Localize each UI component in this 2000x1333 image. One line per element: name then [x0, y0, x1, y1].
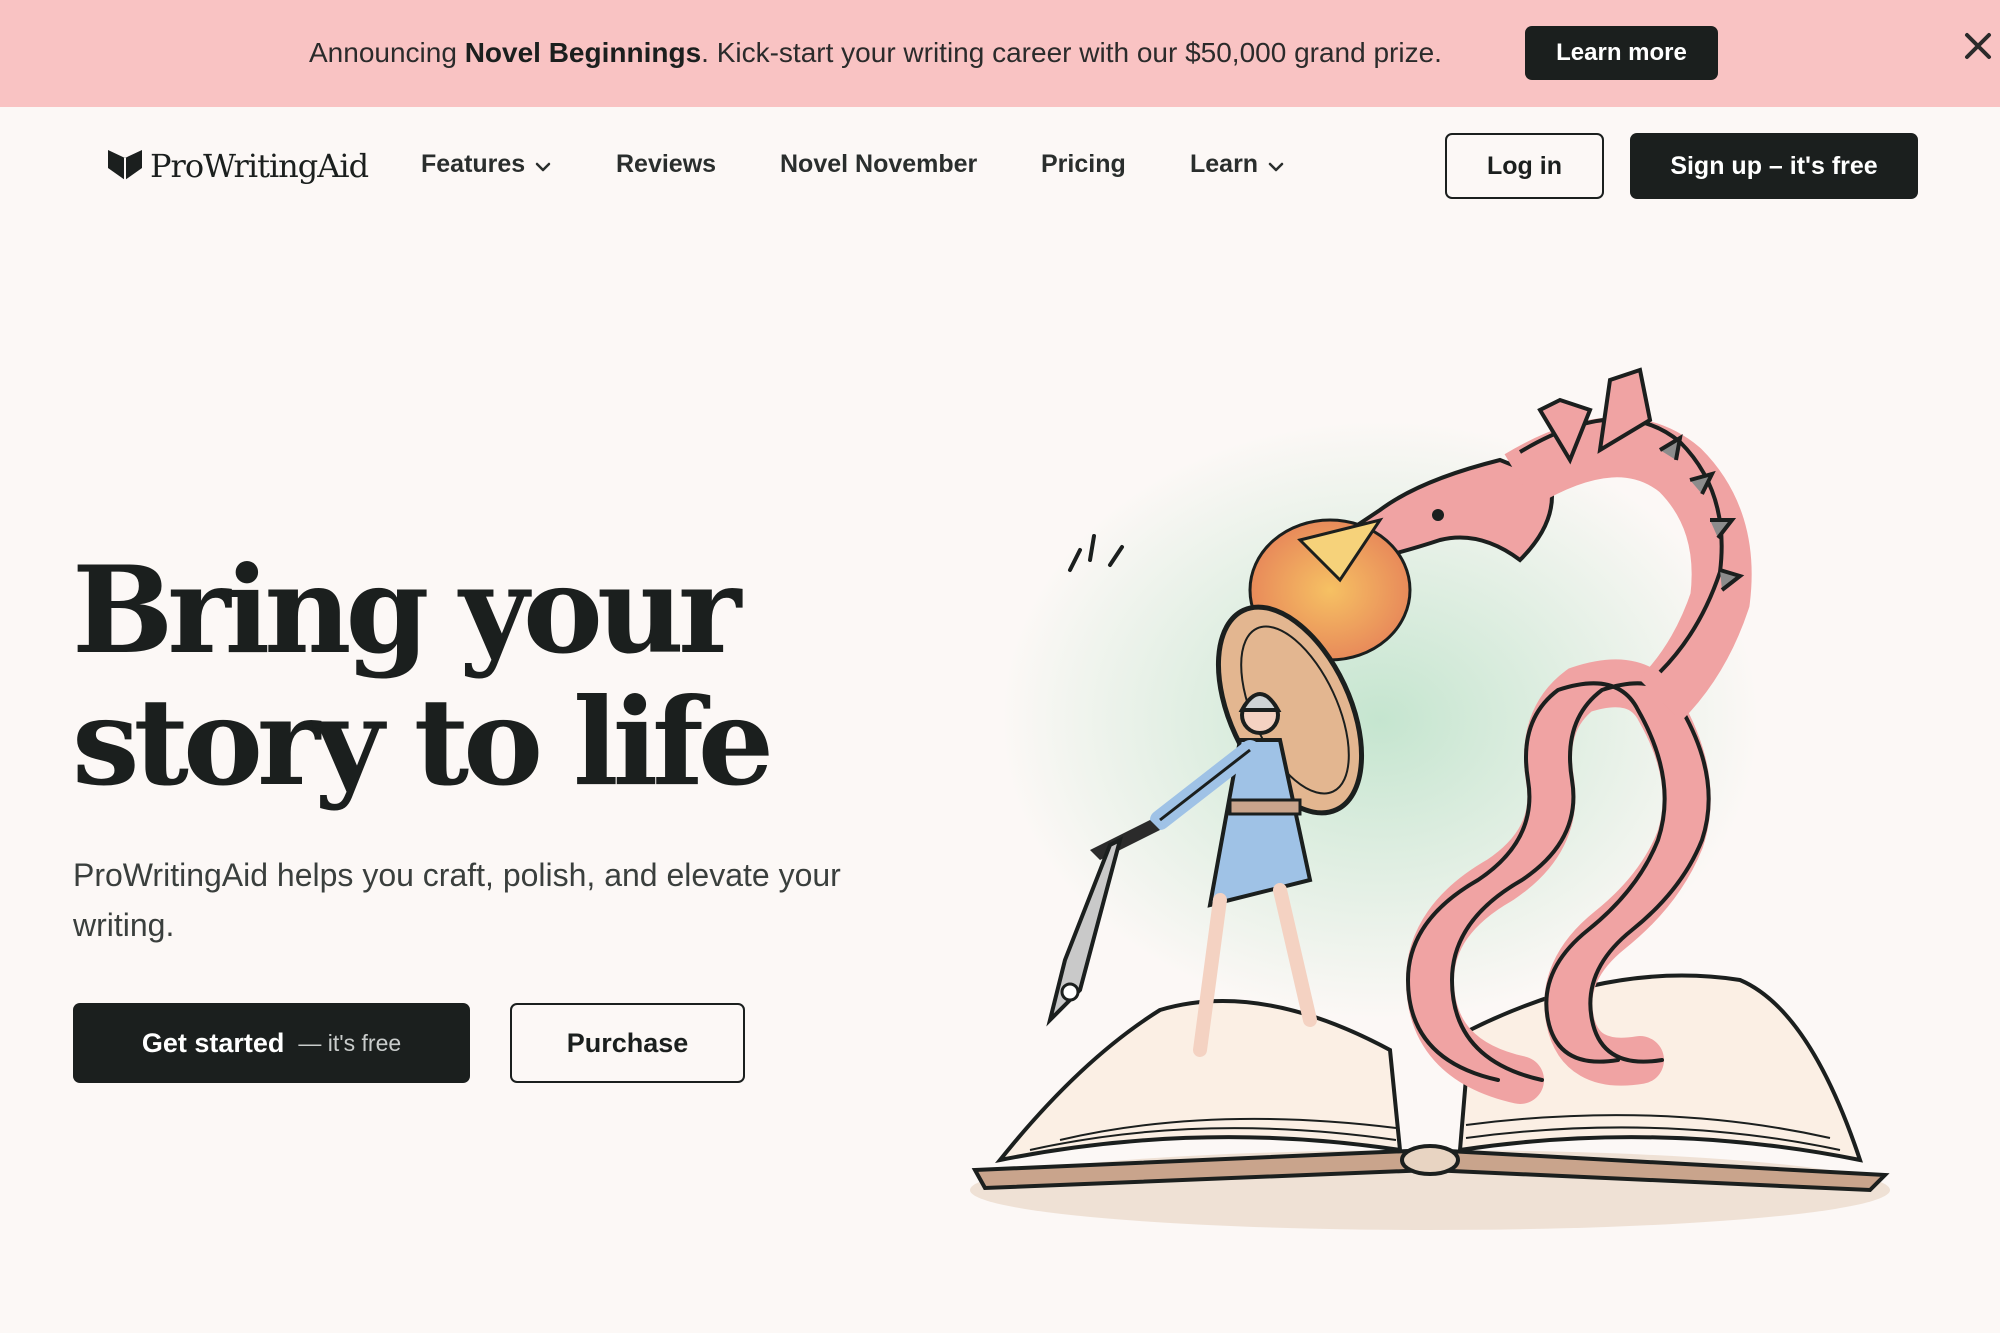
close-icon[interactable]: [1960, 28, 1996, 64]
dragon-knight-book-illustration: [960, 360, 1960, 1260]
login-button[interactable]: Log in: [1445, 133, 1604, 199]
chevron-down-icon: [1268, 150, 1284, 179]
hero-title-line1: Bring your: [72, 540, 741, 681]
chevron-down-icon: [535, 150, 551, 179]
hero-subtitle: ProWritingAid helps you craft, polish, a…: [73, 857, 841, 943]
nav-item-label: Reviews: [616, 150, 717, 178]
announcement-banner: Announcing Novel Beginnings. Kick-start …: [0, 0, 2000, 107]
logo-text: ProWritingAid: [150, 147, 369, 185]
learn-more-button[interactable]: Learn more: [1525, 26, 1718, 80]
get-started-label: Get started: [141, 1027, 285, 1058]
purchase-button[interactable]: Purchase: [510, 1003, 745, 1083]
hero-title-line2: story to life: [72, 672, 774, 813]
nav-item-label: Pricing: [1041, 150, 1126, 178]
announcement-highlight: Novel Beginnings: [464, 37, 702, 68]
logo[interactable]: ProWritingAid: [106, 146, 369, 187]
signup-button[interactable]: Sign up – it's free: [1630, 133, 1918, 199]
announcement-prefix: Announcing: [309, 37, 465, 68]
announcement-text: Announcing Novel Beginnings. Kick-start …: [309, 36, 1442, 70]
nav-item-features[interactable]: Features: [421, 150, 551, 179]
nav-item-novel-november[interactable]: Novel November: [780, 150, 977, 179]
get-started-sublabel: — it's free: [298, 1029, 402, 1056]
book-heart-icon: [106, 146, 144, 187]
get-started-button[interactable]: Get started — it's free: [73, 1003, 470, 1083]
announcement-suffix: . Kick-start your writing career with ou…: [701, 37, 1442, 68]
nav-item-label: Learn: [1190, 150, 1259, 178]
nav-item-label: Novel November: [780, 150, 978, 178]
nav-item-learn[interactable]: Learn: [1190, 150, 1284, 179]
nav-item-reviews[interactable]: Reviews: [616, 150, 716, 179]
nav-item-label: Features: [421, 150, 526, 178]
nav-item-pricing[interactable]: Pricing: [1041, 150, 1126, 179]
hero-title: Bring your story to life: [72, 545, 972, 809]
